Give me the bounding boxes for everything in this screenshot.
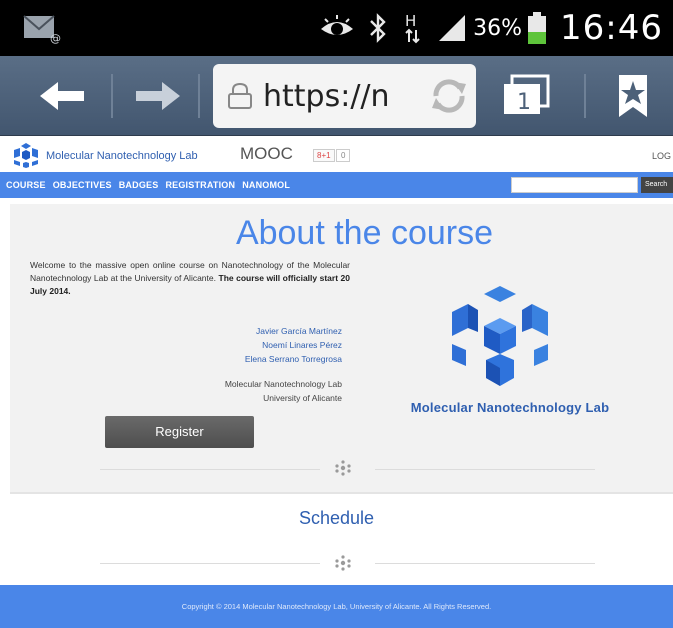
about-title: About the course (235, 214, 493, 252)
nav-item-course[interactable]: COURSE (6, 180, 46, 190)
molecule-divider-icon (335, 460, 351, 476)
about-section: About the course Welcome to the massive … (10, 204, 673, 494)
section-divider (375, 469, 595, 470)
nav-item-nanomol[interactable]: NANOMOL (242, 180, 290, 190)
email-notification-icon: @ (22, 12, 62, 45)
gplus-count: 0 (336, 149, 351, 162)
clock: 16:46 (560, 8, 663, 48)
author-name[interactable]: Elena Serrano Torregrosa (160, 352, 342, 366)
lab-logo-icon[interactable] (10, 142, 42, 173)
institution-university: University of Alicante (263, 393, 342, 403)
toolbar-separator (584, 74, 586, 118)
site-name[interactable]: Molecular Nanotechnology Lab (46, 150, 198, 162)
main-nav: COURSE OBJECTIVES BADGES REGISTRATION NA… (0, 172, 673, 198)
section-divider (100, 563, 320, 564)
browser-toolbar: https://n 1 (0, 56, 673, 136)
login-link[interactable]: LOG (652, 151, 671, 161)
section-divider (100, 469, 320, 470)
lab-logo-large-icon (452, 286, 548, 386)
gplus-button[interactable]: 8+1 (313, 149, 335, 162)
nav-item-registration[interactable]: REGISTRATION (165, 180, 235, 190)
bookmark-star-icon (619, 75, 647, 117)
forward-arrow-icon (136, 82, 180, 110)
toolbar-separator (198, 74, 200, 118)
author-list: Javier García Martínez Noemí Linares Pér… (160, 324, 342, 366)
svg-text:H: H (405, 12, 416, 30)
tabs-button[interactable]: 1 (496, 70, 556, 122)
reload-icon (432, 79, 466, 113)
status-bar: @ H 36% 16:46 (0, 0, 673, 56)
lab-caption: Molecular Nanotechnology Lab (410, 400, 610, 415)
battery-icon (526, 11, 548, 45)
author-name[interactable]: Noemí Linares Pérez (160, 338, 342, 352)
bookmark-button[interactable] (603, 70, 663, 122)
toolbar-separator (111, 74, 113, 118)
molecule-divider-icon (335, 555, 351, 571)
search-button[interactable]: Search (641, 177, 673, 193)
institution-lab: Molecular Nanotechnology Lab (224, 379, 342, 389)
nav-item-objectives[interactable]: OBJECTIVES (53, 180, 112, 190)
back-button[interactable] (32, 70, 92, 122)
site-header: Molecular Nanotechnology Lab MOOC 8+1 0 … (0, 138, 673, 172)
battery-percent: 36% (473, 15, 523, 41)
lock-icon (228, 82, 252, 109)
bluetooth-icon (369, 13, 387, 43)
url-bar[interactable]: https://n (213, 64, 476, 128)
institution: Molecular Nanotechnology Lab University … (160, 377, 342, 405)
schedule-title: Schedule (298, 508, 375, 528)
author-name[interactable]: Javier García Martínez (160, 324, 342, 338)
copyright-text: Copyright © 2014 Molecular Nanotechnolog… (181, 602, 492, 611)
svg-text:@: @ (50, 32, 61, 44)
forward-button[interactable] (128, 70, 188, 122)
tab-count: 1 (517, 90, 531, 115)
site-section-title: MOOC (240, 144, 293, 163)
about-intro: Welcome to the massive open online cours… (30, 259, 350, 298)
register-button[interactable]: Register (105, 416, 254, 448)
url-text: https://n (263, 78, 390, 114)
search-input[interactable] (511, 177, 638, 193)
eye-icon (319, 13, 355, 43)
h-data-icon: H (403, 12, 423, 44)
signal-icon (437, 14, 467, 42)
reload-button[interactable] (430, 78, 468, 119)
section-divider (375, 563, 595, 564)
tabs-icon: 1 (504, 74, 550, 115)
back-arrow-icon (40, 82, 84, 110)
site-footer: Copyright © 2014 Molecular Nanotechnolog… (0, 585, 673, 628)
nav-item-badges[interactable]: BADGES (119, 180, 159, 190)
